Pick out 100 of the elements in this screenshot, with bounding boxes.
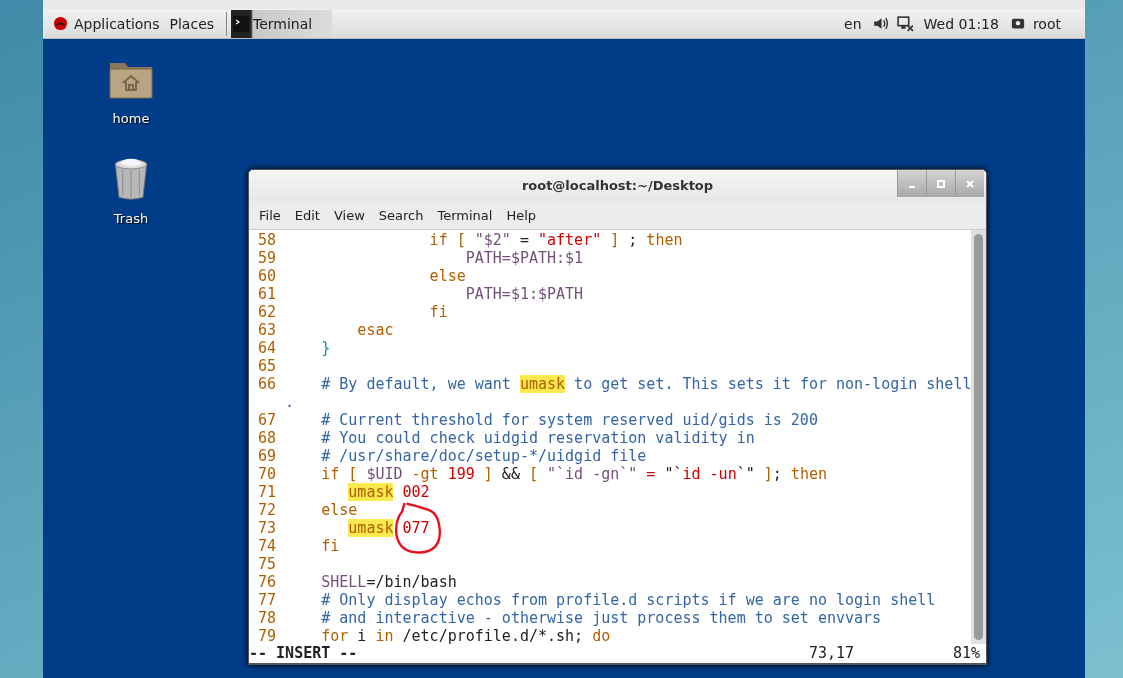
menu-item[interactable]: File — [252, 207, 288, 223]
applications-menu[interactable]: Applications — [51, 10, 168, 37]
network-icon[interactable] — [896, 15, 914, 32]
menu-item[interactable]: Terminal — [430, 207, 500, 223]
line-number: 77 — [257, 591, 277, 609]
code-token: do — [592, 627, 611, 644]
mode-indicator: -- INSERT -- — [249, 644, 359, 663]
window-title: root@localhost:~/Desktop — [521, 178, 714, 193]
code-token: ; — [772, 465, 783, 483]
line-number: 64 — [257, 339, 277, 357]
code-token: if [ — [321, 465, 359, 483]
code-token: $UID — [366, 465, 403, 483]
code-token: && — [501, 465, 521, 483]
code-token: then — [646, 231, 683, 249]
code-token: 002 — [402, 483, 430, 501]
line-number: 75 — [257, 555, 277, 573]
code-token: else — [321, 501, 358, 519]
maximize-button[interactable] — [926, 170, 955, 197]
line-number: 63 — [257, 321, 277, 339]
desktop-icon-label[interactable]: Trash — [113, 211, 149, 226]
code-token: = — [519, 231, 530, 249]
code-token: ] — [610, 231, 620, 249]
line-number: 78 — [257, 609, 277, 627]
code-token: to get set. This sets it for non-login shell — [574, 375, 972, 393]
code-token: [ — [528, 465, 539, 483]
code-token: for — [321, 627, 350, 644]
code-token: "` — [664, 465, 683, 483]
line-number: 70 — [257, 465, 277, 483]
code-token: "$2" — [474, 231, 511, 249]
code-token: . — [285, 393, 295, 411]
menu-item[interactable]: Help — [499, 207, 544, 223]
code-token: in — [375, 627, 395, 644]
line-number: 71 — [257, 483, 277, 501]
code-token: esac — [357, 321, 394, 339]
code-token: # By default, we want — [321, 375, 512, 393]
line-number: 65 — [257, 357, 277, 375]
minimize-icon — [909, 186, 915, 188]
code-token: # You could check uidgid reservation validity in — [321, 429, 755, 447]
code-token: id -un — [682, 465, 737, 483]
clock[interactable]: Wed 01:18 — [917, 15, 1009, 32]
code-token: fi — [429, 303, 448, 321]
code-token: SHELL — [321, 573, 367, 591]
code-token: then — [790, 465, 827, 483]
code-token: else — [429, 267, 466, 285]
close-icon — [965, 178, 975, 189]
terminal-task-button[interactable]: Terminal — [231, 9, 333, 38]
menu-item[interactable]: View — [326, 207, 372, 223]
code-token: = — [646, 465, 657, 483]
code-token: "after" — [538, 231, 602, 249]
cursor-position: 73,17 — [809, 644, 856, 663]
line-number: 79 — [257, 627, 277, 644]
line-number: 76 — [257, 573, 277, 591]
code-token: fi — [321, 537, 340, 555]
terminal-icon — [233, 15, 250, 32]
menu-item[interactable]: Search — [371, 207, 431, 223]
line-number: 73 — [257, 519, 277, 537]
code-token: PATH=$PATH:$1 — [465, 249, 584, 267]
line-number: 60 — [257, 267, 277, 285]
line-number: 74 — [257, 537, 277, 555]
language-indicator[interactable]: en — [838, 15, 868, 32]
close-button[interactable] — [955, 170, 984, 197]
code-token: "`id -gn`" — [547, 465, 638, 483]
code-token: -gt — [411, 465, 440, 483]
user-menu[interactable]: root — [1008, 10, 1085, 37]
line-number: 66 — [257, 375, 277, 393]
code-token: } — [321, 339, 331, 357]
code-token: ; — [628, 231, 639, 249]
places-menu[interactable]: Places — [167, 10, 223, 37]
code-token: `" — [736, 465, 755, 483]
code-token: 199 — [447, 465, 475, 483]
code-token: ] — [483, 465, 494, 483]
code-token: 077 — [402, 519, 430, 537]
code-token: # and interactive - otherwise just process them to set envvars — [321, 609, 882, 627]
menu-item[interactable]: Edit — [287, 207, 327, 223]
hat-icon — [53, 16, 68, 31]
line-number: 68 — [257, 429, 277, 447]
line-number: 59 — [257, 249, 277, 267]
search-match: umask — [348, 519, 394, 537]
user-icon — [1010, 16, 1025, 31]
maximize-icon — [936, 178, 946, 189]
code-token: if [ — [429, 231, 467, 249]
line-number: 69 — [257, 447, 277, 465]
line-number: 61 — [257, 285, 277, 303]
code-token: # Only display echos from profile.d scripts if we are no login shell — [321, 591, 936, 609]
code-token: # Current threshold for system reserved uid/gids is 200 — [321, 411, 818, 429]
code-token: /etc/profile.d/*.sh; — [402, 627, 585, 644]
scroll-percent: 81% — [953, 644, 981, 663]
search-match: umask — [519, 375, 566, 393]
code-token: # /usr/share/doc/setup-*/uidgid file — [321, 447, 647, 465]
scrollbar-thumb[interactable] — [974, 234, 983, 640]
volume-icon[interactable] — [871, 15, 889, 32]
desktop-icon-label[interactable]: home — [112, 111, 150, 126]
line-number: 58 — [257, 231, 277, 249]
line-number: 62 — [257, 303, 277, 321]
code-token: ] — [763, 465, 773, 483]
line-number: 67 — [257, 411, 277, 429]
code-token: i — [357, 627, 368, 644]
code-token: =/bin/bash — [366, 573, 457, 591]
code-token: PATH=$1:$PATH — [465, 285, 584, 303]
search-match: umask — [348, 483, 394, 501]
